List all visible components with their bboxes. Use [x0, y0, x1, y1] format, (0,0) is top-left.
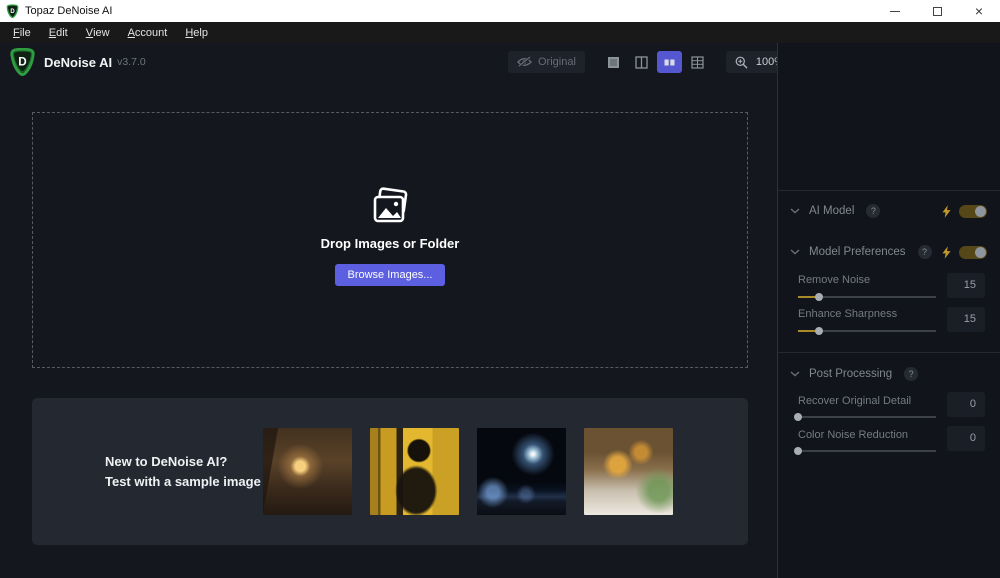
- close-icon: ×: [975, 4, 983, 18]
- dropzone-title: Drop Images or Folder: [321, 236, 460, 251]
- remove-noise-value[interactable]: 15: [947, 273, 985, 298]
- chevron-down-icon[interactable]: [790, 249, 800, 255]
- menu-edit[interactable]: Edit: [40, 22, 77, 43]
- ai-model-label: AI Model: [809, 205, 854, 217]
- minimize-button[interactable]: [874, 0, 916, 22]
- chevron-down-icon[interactable]: [790, 371, 800, 377]
- quad-view-icon: [691, 56, 704, 69]
- view-side-by-side-button[interactable]: [657, 51, 682, 73]
- eye-off-icon: [517, 56, 532, 68]
- panel-divider: [778, 352, 1000, 353]
- app-logo-icon: D: [6, 4, 19, 19]
- menu-view[interactable]: View: [77, 22, 119, 43]
- enhance-sharpness-slider[interactable]: [798, 330, 936, 332]
- slider-knob[interactable]: [815, 293, 823, 301]
- images-icon: [367, 187, 413, 227]
- sample-thumb-stained-glass[interactable]: [370, 428, 459, 515]
- settings-panel: AI Model ? Model Preferences ? Remove No…: [777, 43, 1000, 578]
- split-view-icon: [635, 56, 648, 69]
- denoise-logo-icon: D: [9, 48, 36, 77]
- menu-bar: File Edit View Account Help: [0, 22, 1000, 43]
- color-noise-reduction-slider[interactable]: [798, 450, 936, 452]
- original-toggle-button[interactable]: Original: [508, 51, 585, 73]
- slider-knob[interactable]: [794, 413, 802, 421]
- menu-account-label: ccount: [135, 27, 167, 39]
- view-toolbar: Original: [508, 51, 810, 73]
- post-processing-label: Post Processing: [809, 368, 892, 380]
- app-name: DeNoise AI: [44, 55, 112, 70]
- menu-file-accel: F: [13, 27, 20, 39]
- side-by-side-view-icon: [663, 56, 676, 69]
- ai-model-toggle[interactable]: [959, 205, 987, 218]
- sample-heading-line1: New to DeNoise AI?: [105, 452, 263, 472]
- menu-file-label: ile: [20, 27, 31, 39]
- menu-view-accel: V: [86, 27, 93, 39]
- toggle-knob: [975, 206, 986, 217]
- menu-edit-label: dit: [56, 27, 68, 39]
- section-post-processing: Post Processing ?: [790, 364, 987, 384]
- app-version: v3.7.0: [117, 56, 146, 68]
- menu-account[interactable]: Account: [119, 22, 177, 43]
- sample-heading-line2: Test with a sample image: [105, 472, 263, 492]
- window-title: Topaz DeNoise AI: [25, 5, 112, 17]
- section-ai-model: AI Model ?: [790, 201, 987, 221]
- slider-knob[interactable]: [815, 327, 823, 335]
- menu-view-label: iew: [93, 27, 110, 39]
- sample-panel-heading: New to DeNoise AI? Test with a sample im…: [105, 452, 263, 492]
- single-view-icon: [607, 56, 620, 69]
- sample-thumbnails: [263, 428, 673, 515]
- recover-original-detail-value[interactable]: 0: [947, 392, 985, 417]
- remove-noise-slider[interactable]: [798, 296, 936, 298]
- view-split-button[interactable]: [629, 51, 654, 73]
- auto-bolt-icon: [942, 246, 951, 259]
- enhance-sharpness-label: Enhance Sharpness: [798, 308, 897, 320]
- menu-edit-accel: E: [49, 27, 56, 39]
- color-noise-reduction-value[interactable]: 0: [947, 426, 985, 451]
- menu-help-accel: H: [185, 27, 193, 39]
- close-button[interactable]: ×: [958, 0, 1000, 22]
- ai-model-help-icon[interactable]: ?: [866, 204, 880, 218]
- main-workspace: D DeNoise AI v3.7.0 Original: [0, 43, 777, 578]
- model-preferences-label: Model Preferences: [809, 246, 906, 258]
- panel-divider: [778, 190, 1000, 191]
- maximize-icon: [933, 7, 942, 16]
- model-preferences-help-icon[interactable]: ?: [918, 245, 932, 259]
- view-quad-button[interactable]: [685, 51, 710, 73]
- menu-help[interactable]: Help: [176, 22, 217, 43]
- enhance-sharpness-value[interactable]: 15: [947, 307, 985, 332]
- svg-text:D: D: [10, 8, 15, 14]
- color-noise-reduction-label: Color Noise Reduction: [798, 429, 908, 441]
- menu-help-label: elp: [193, 27, 208, 39]
- slider-knob[interactable]: [794, 447, 802, 455]
- model-preferences-toggle[interactable]: [959, 246, 987, 259]
- chevron-down-icon[interactable]: [790, 208, 800, 214]
- minimize-icon: [890, 11, 900, 12]
- post-processing-help-icon[interactable]: ?: [904, 367, 918, 381]
- toggle-knob: [975, 247, 986, 258]
- original-label: Original: [538, 56, 576, 68]
- auto-bolt-icon: [942, 205, 951, 218]
- maximize-button[interactable]: [916, 0, 958, 22]
- svg-text:D: D: [18, 55, 26, 68]
- image-drop-zone[interactable]: Drop Images or Folder Browse Images...: [32, 112, 748, 368]
- recover-original-detail-slider[interactable]: [798, 416, 936, 418]
- zoom-in-icon: [735, 56, 748, 69]
- sample-thumb-cafe-baskets[interactable]: [584, 428, 673, 515]
- remove-noise-label: Remove Noise: [798, 274, 870, 286]
- recover-original-detail-label: Recover Original Detail: [798, 395, 911, 407]
- sample-thumb-fireworks[interactable]: [477, 428, 566, 515]
- menu-account-accel: A: [128, 27, 135, 39]
- browse-images-button[interactable]: Browse Images...: [335, 264, 446, 286]
- window-titlebar: D Topaz DeNoise AI ×: [0, 0, 1000, 22]
- view-mode-group: [601, 51, 710, 73]
- view-single-button[interactable]: [601, 51, 626, 73]
- section-model-preferences: Model Preferences ?: [790, 242, 987, 262]
- sample-thumb-lodge-interior[interactable]: [263, 428, 352, 515]
- sample-images-panel: New to DeNoise AI? Test with a sample im…: [32, 398, 748, 545]
- menu-file[interactable]: File: [4, 22, 40, 43]
